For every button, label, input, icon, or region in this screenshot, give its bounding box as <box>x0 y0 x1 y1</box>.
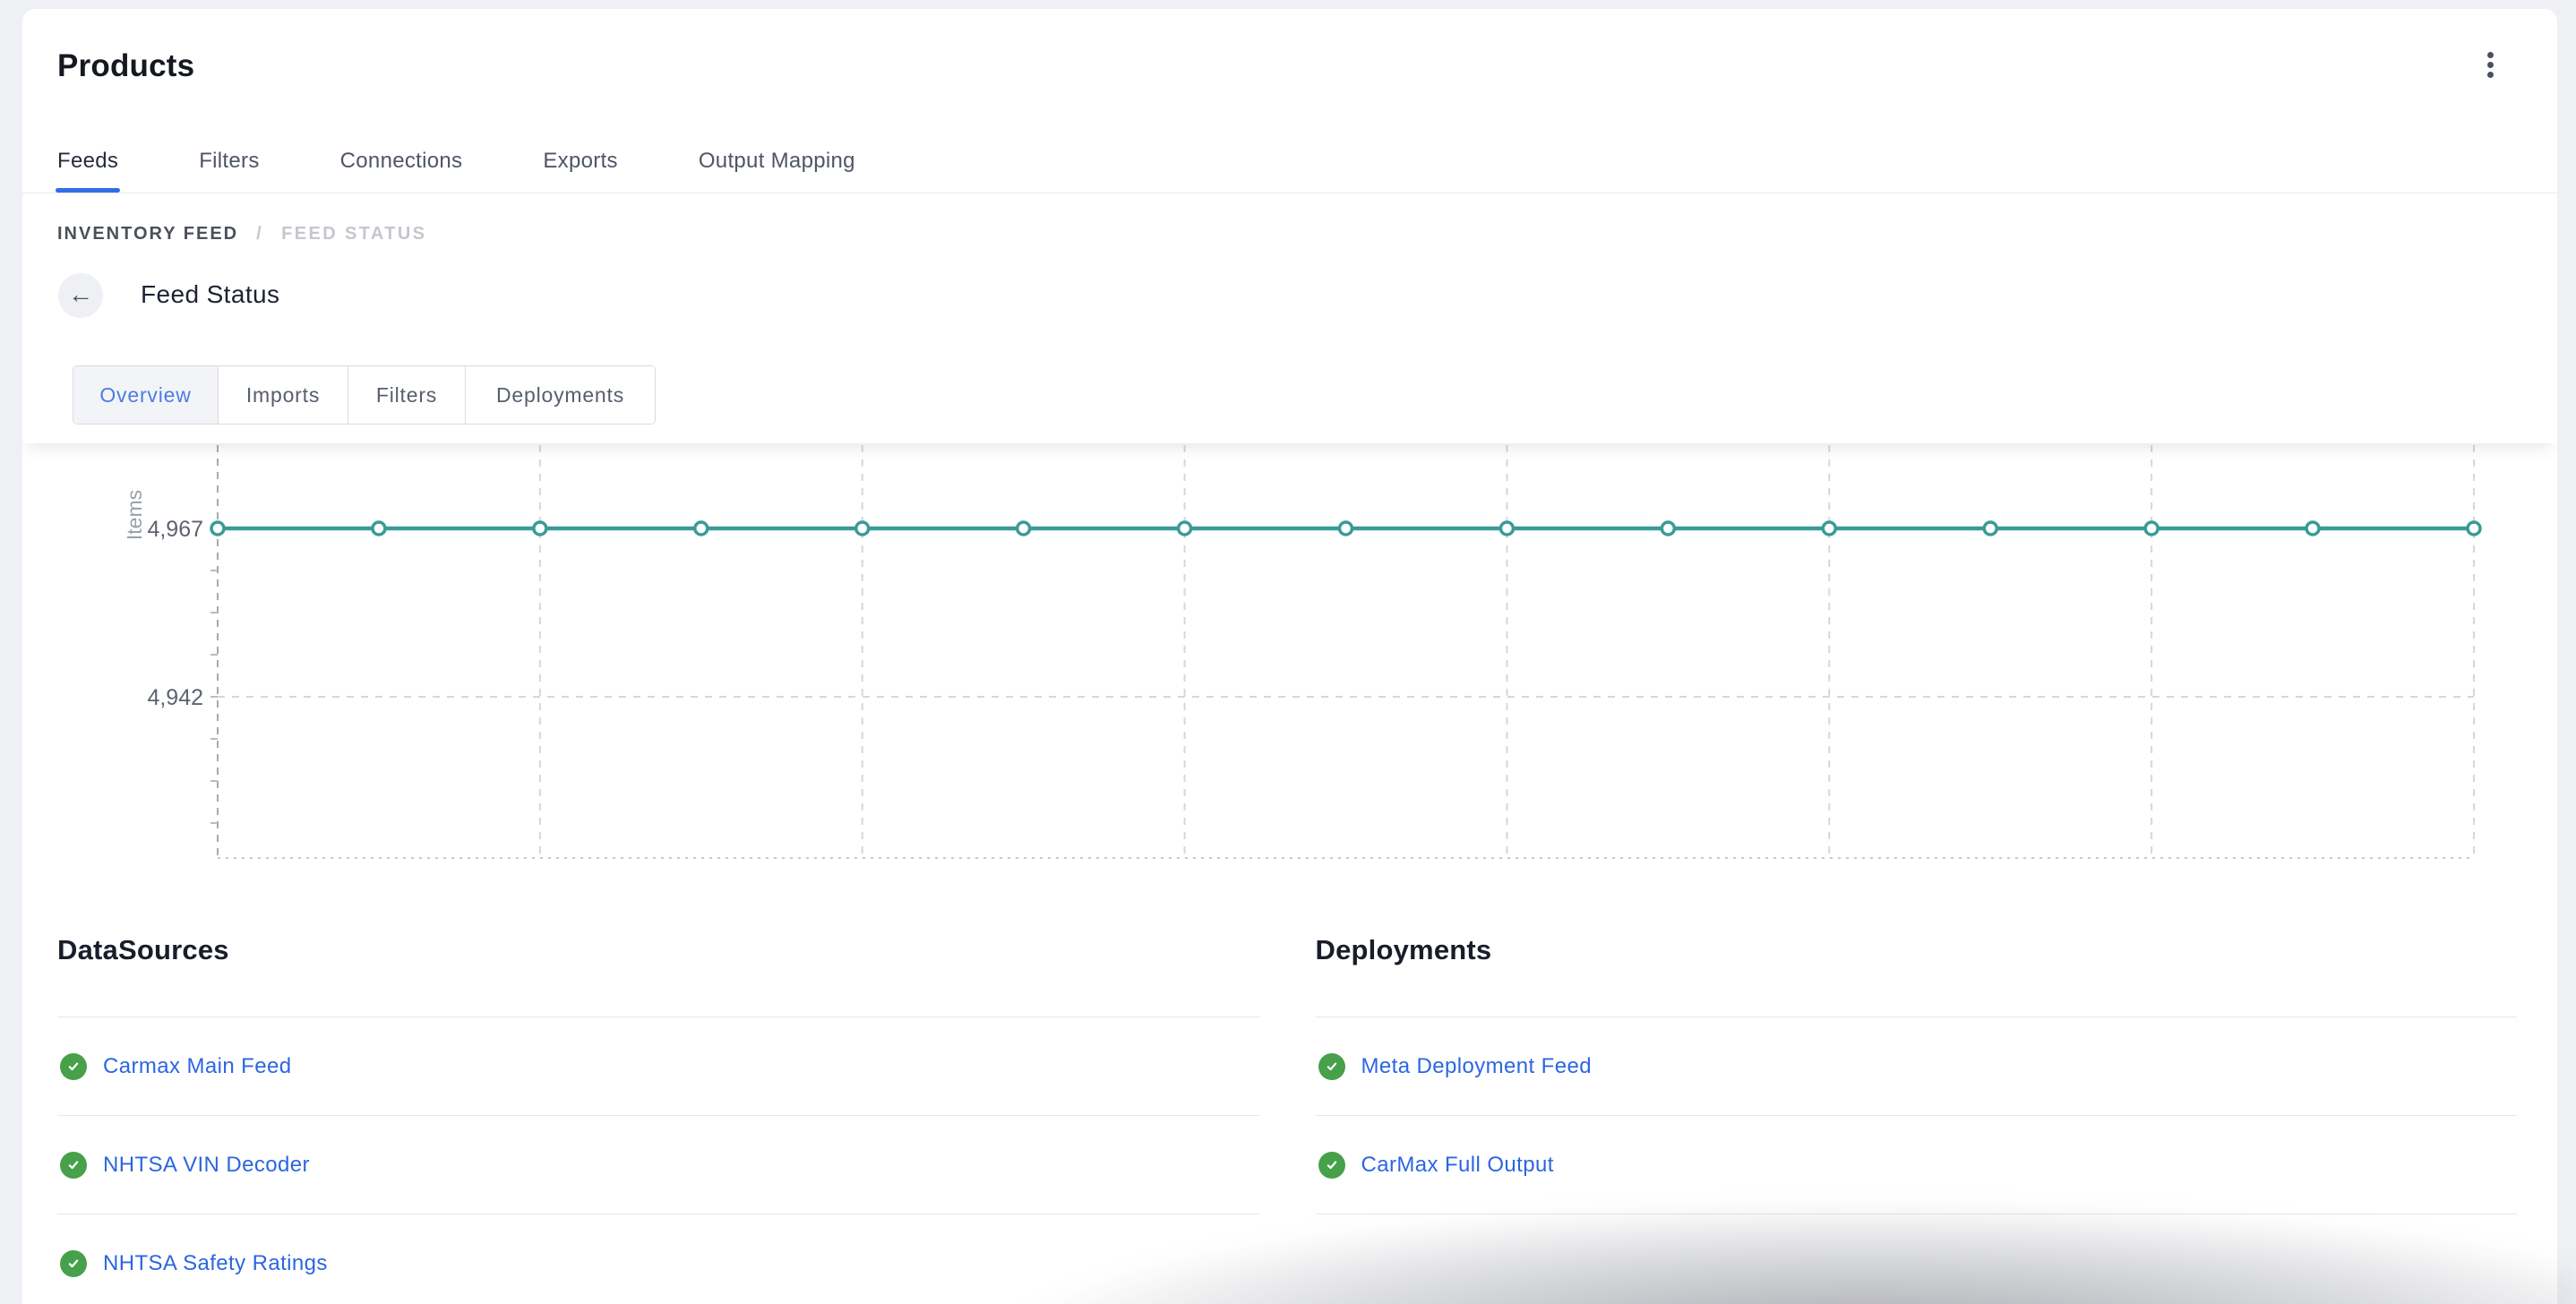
data-point-marker[interactable] <box>1018 522 1030 535</box>
list-item: Carmax Main Feed <box>57 1017 1259 1116</box>
breadcrumb-inventory-feed[interactable]: INVENTORY FEED <box>57 224 238 244</box>
datasource-link-nhtsa-vin-decoder[interactable]: NHTSA VIN Decoder <box>103 1153 310 1178</box>
data-point-marker[interactable] <box>695 522 708 535</box>
tab-exports[interactable]: Exports <box>543 129 617 193</box>
datasources-section: DataSources Carmax Main Feed NHTSA VIN D… <box>57 934 1259 1304</box>
breadcrumb: INVENTORY FEED / FEED STATUS <box>57 224 426 244</box>
page-title: Products <box>57 48 194 84</box>
data-point-marker[interactable] <box>1179 522 1191 535</box>
kebab-dot <box>2487 62 2494 68</box>
kebab-dot <box>2487 72 2494 78</box>
deployment-link-meta-deployment-feed[interactable]: Meta Deployment Feed <box>1361 1054 1592 1079</box>
kebab-menu-button[interactable] <box>2475 47 2505 82</box>
data-point-marker[interactable] <box>1823 522 1835 535</box>
list-item: CarMax Full Output <box>1316 1116 2518 1214</box>
primary-tabbar: Feeds Filters Connections Exports Output… <box>22 129 2557 193</box>
arrow-left-icon: ← <box>68 282 93 307</box>
y-axis-label: Items <box>123 490 146 540</box>
y-tick-label: 4,967 <box>147 517 203 542</box>
tab-output-mapping[interactable]: Output Mapping <box>699 129 855 193</box>
tab-filters[interactable]: Filters <box>199 129 259 193</box>
items-line-chart: 4,967 4,942 Items <box>22 443 2557 882</box>
status-ok-icon <box>1318 1152 1345 1179</box>
status-ok-icon <box>1318 1053 1345 1080</box>
list-item: NHTSA Safety Ratings <box>57 1214 1259 1304</box>
deployment-link-carmax-full-output[interactable]: CarMax Full Output <box>1361 1153 1554 1178</box>
list-item: Meta Deployment Feed <box>1316 1017 2518 1116</box>
deployments-section: Deployments Meta Deployment Feed CarMax … <box>1316 934 2518 1304</box>
tab-connections[interactable]: Connections <box>340 129 463 193</box>
subtab-overview[interactable]: Overview <box>73 366 218 424</box>
status-ok-icon <box>60 1250 87 1277</box>
feed-status-subtabs: Overview Imports Filters Deployments <box>73 365 656 425</box>
page-header: Products Feeds Filters Connections Expor… <box>22 9 2557 443</box>
data-point-marker[interactable] <box>2306 522 2319 535</box>
data-point-marker[interactable] <box>373 522 385 535</box>
data-point-marker[interactable] <box>1662 522 1674 535</box>
feed-status-title: Feed Status <box>141 280 279 309</box>
status-ok-icon <box>60 1152 87 1179</box>
data-point-marker[interactable] <box>211 522 224 535</box>
datasource-link-carmax-main-feed[interactable]: Carmax Main Feed <box>103 1054 291 1079</box>
data-point-marker[interactable] <box>1500 522 1513 535</box>
status-sections: DataSources Carmax Main Feed NHTSA VIN D… <box>22 934 2557 1304</box>
kebab-dot <box>2487 52 2494 58</box>
tab-feeds[interactable]: Feeds <box>57 129 118 193</box>
data-point-marker[interactable] <box>856 522 869 535</box>
data-point-marker[interactable] <box>2145 522 2158 535</box>
subtab-imports[interactable]: Imports <box>218 366 348 424</box>
items-line-chart-canvas: 4,967 4,942 Items <box>22 443 2557 882</box>
datasources-heading: DataSources <box>57 934 1259 1017</box>
subtab-deployments[interactable]: Deployments <box>465 366 655 424</box>
breadcrumb-separator: / <box>256 224 263 244</box>
data-point-marker[interactable] <box>1340 522 1352 535</box>
data-point-marker[interactable] <box>1984 522 1996 535</box>
status-ok-icon <box>60 1053 87 1080</box>
y-tick-label: 4,942 <box>147 685 203 710</box>
datasource-link-nhtsa-safety-ratings[interactable]: NHTSA Safety Ratings <box>103 1251 328 1276</box>
data-point-marker[interactable] <box>534 522 546 535</box>
list-item: NHTSA VIN Decoder <box>57 1116 1259 1214</box>
back-button[interactable]: ← <box>58 273 103 318</box>
subtab-filters[interactable]: Filters <box>348 366 465 424</box>
deployments-heading: Deployments <box>1316 934 2518 1017</box>
data-point-marker[interactable] <box>2468 522 2480 535</box>
main-panel: Products Feeds Filters Connections Expor… <box>22 9 2557 1304</box>
breadcrumb-feed-status: FEED STATUS <box>281 224 426 244</box>
